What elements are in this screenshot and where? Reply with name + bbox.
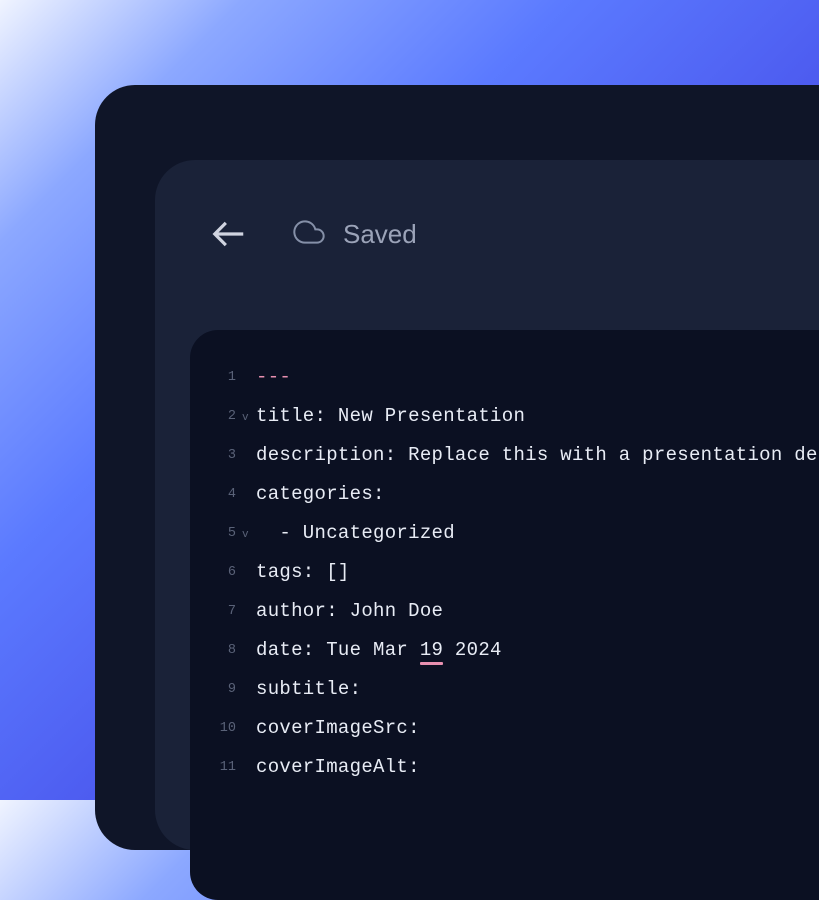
- code-line[interactable]: 4 categories:: [190, 475, 819, 514]
- code-content: categories:: [256, 475, 385, 514]
- fold-marker[interactable]: v: [242, 512, 256, 555]
- code-content: ---: [256, 358, 291, 397]
- fold-marker: [242, 688, 256, 692]
- code-line[interactable]: 1 ---: [190, 358, 819, 397]
- save-status-text: Saved: [343, 219, 417, 250]
- line-number: 1: [190, 358, 242, 397]
- inner-app-panel: Saved 1---2vtitle: New Presentation3desc…: [155, 160, 819, 850]
- line-number: 6: [190, 553, 242, 592]
- save-status: Saved: [293, 216, 417, 253]
- code-content: title: New Presentation: [256, 397, 525, 436]
- cloud-icon: [293, 216, 325, 253]
- fold-marker: [242, 376, 256, 380]
- code-line[interactable]: 9 subtitle:: [190, 670, 819, 709]
- code-editor[interactable]: 1---2vtitle: New Presentation3descriptio…: [190, 330, 819, 900]
- line-number: 10: [190, 709, 242, 748]
- code-line[interactable]: 10 coverImageSrc:: [190, 709, 819, 748]
- code-line[interactable]: 6 tags: []: [190, 553, 819, 592]
- code-content: author: John Doe: [256, 592, 443, 631]
- code-content: description: Replace this with a present…: [256, 436, 819, 475]
- line-number: 2: [190, 397, 242, 436]
- line-number: 5: [190, 514, 242, 553]
- code-line[interactable]: 11 coverImageAlt:: [190, 748, 819, 787]
- line-number: 3: [190, 436, 242, 475]
- fold-marker: [242, 571, 256, 575]
- code-content: date: Tue Mar 19 2024: [256, 631, 502, 670]
- fold-marker: [242, 493, 256, 497]
- line-number: 4: [190, 475, 242, 514]
- arrow-left-icon: [210, 215, 248, 253]
- fold-marker: [242, 766, 256, 770]
- fold-marker: [242, 727, 256, 731]
- toolbar: Saved: [155, 160, 819, 253]
- fold-marker[interactable]: v: [242, 395, 256, 438]
- line-number: 9: [190, 670, 242, 709]
- fold-marker: [242, 610, 256, 614]
- fold-marker: [242, 649, 256, 653]
- fold-marker: [242, 454, 256, 458]
- line-number: 8: [190, 631, 242, 670]
- line-number: 11: [190, 748, 242, 787]
- code-content: coverImageAlt:: [256, 748, 420, 787]
- back-button[interactable]: [210, 215, 248, 253]
- code-content: tags: []: [256, 553, 350, 592]
- code-line[interactable]: 3 description: Replace this with a presen…: [190, 436, 819, 475]
- code-line[interactable]: 8 date: Tue Mar 19 2024: [190, 631, 819, 670]
- code-content: subtitle:: [256, 670, 361, 709]
- code-line[interactable]: 7 author: John Doe: [190, 592, 819, 631]
- code-content: coverImageSrc:: [256, 709, 420, 748]
- code-content: - Uncategorized: [256, 514, 455, 553]
- line-number: 7: [190, 592, 242, 631]
- code-line[interactable]: 2vtitle: New Presentation: [190, 397, 819, 436]
- code-line[interactable]: 5v - Uncategorized: [190, 514, 819, 553]
